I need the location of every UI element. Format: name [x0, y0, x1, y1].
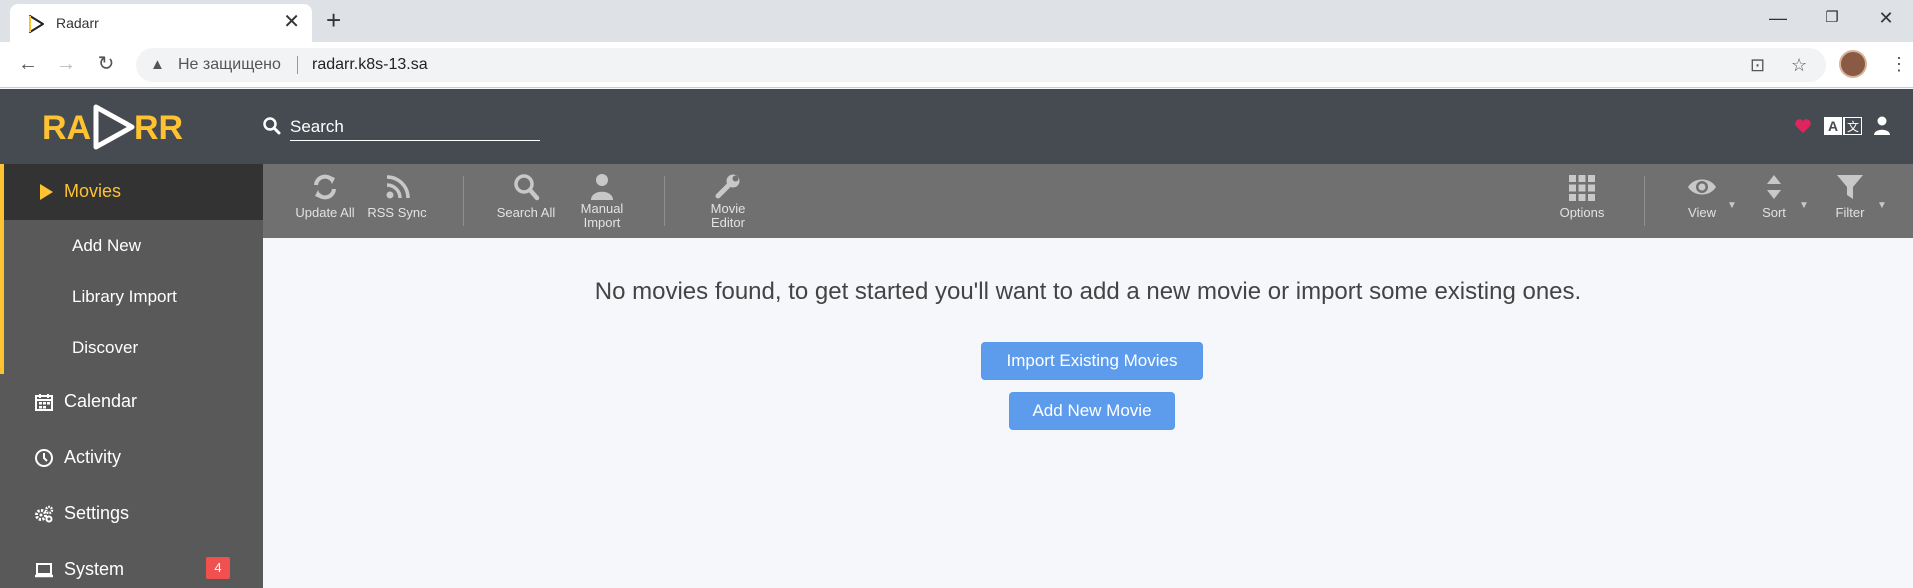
- sidebar-item-label: System: [64, 559, 125, 579]
- user-icon[interactable]: [1873, 116, 1891, 136]
- toolbar-separator: [1644, 176, 1645, 226]
- grid-icon: [1569, 175, 1595, 201]
- manual-import-line2: Import: [583, 215, 621, 230]
- svg-text:RR: RR: [134, 109, 183, 147]
- address-bar[interactable]: ▲ Не защищено radarr.k8s-13.sa ⊡ ☆: [136, 48, 1826, 82]
- rss-icon: [386, 175, 410, 199]
- sidebar-item-activity[interactable]: Activity: [0, 430, 263, 486]
- sidebar: Movies Add New Library Import Discover C…: [0, 164, 263, 588]
- import-existing-movies-button[interactable]: Import Existing Movies: [981, 342, 1203, 380]
- refresh-icon: [314, 174, 336, 200]
- movie-editor-line1: Movie: [710, 201, 746, 216]
- search-all-button[interactable]: Search All: [489, 164, 563, 238]
- tab-close-icon[interactable]: ✕: [283, 12, 300, 32]
- movie-search-input[interactable]: [290, 113, 540, 141]
- manual-import-line1: Manual: [580, 201, 624, 216]
- radarr-favicon-icon: [29, 15, 44, 33]
- reload-icon[interactable]: ↻: [92, 51, 120, 77]
- page-toolbar: Update All RSS Sync Search All Manual Imp…: [263, 164, 1913, 238]
- browser-tab[interactable]: Radarr ✕: [10, 4, 312, 42]
- movies-content: No movies found, to get started you'll w…: [263, 238, 1913, 588]
- update-all-button[interactable]: Update All: [291, 164, 359, 238]
- radarr-logo[interactable]: RA RR: [40, 99, 196, 155]
- sidebar-item-label: Settings: [64, 503, 130, 523]
- sidebar-item-label: Calendar: [64, 391, 138, 411]
- filter-icon: [1837, 175, 1863, 199]
- sidebar-item-calendar[interactable]: Calendar: [0, 374, 263, 430]
- sort-icon: [1767, 175, 1781, 199]
- translate-icon[interactable]: ⊡: [1750, 55, 1765, 76]
- profile-avatar[interactable]: [1839, 50, 1867, 78]
- svg-text:文: 文: [1847, 119, 1859, 134]
- minimize-icon[interactable]: —: [1758, 6, 1798, 30]
- clock-icon: [35, 449, 53, 467]
- caret-down-icon: ▼: [1799, 200, 1809, 211]
- sort-menu-button[interactable]: Sort ▼: [1739, 164, 1809, 238]
- sidebar-item-label: Activity: [64, 447, 122, 467]
- app-header: RA RR A 文: [0, 89, 1913, 164]
- user-icon: [591, 174, 613, 200]
- window-close-icon[interactable]: ✕: [1866, 6, 1906, 30]
- toolbar-separator: [463, 176, 464, 226]
- security-label[interactable]: Не защищено: [178, 56, 281, 74]
- manual-import-label: Manual Import: [565, 202, 639, 230]
- restore-icon[interactable]: ❐: [1812, 6, 1852, 30]
- browser-menu-icon[interactable]: ⋮: [1890, 52, 1908, 76]
- tab-title: Radarr: [56, 15, 99, 31]
- omnibox-divider: [297, 56, 298, 74]
- add-new-movie-button[interactable]: Add New Movie: [1009, 392, 1175, 430]
- sidebar-item-settings[interactable]: Settings: [0, 486, 263, 542]
- back-icon[interactable]: ←: [14, 51, 42, 77]
- filter-label: Filter: [1835, 205, 1865, 220]
- wrench-icon: [715, 174, 740, 199]
- heart-icon[interactable]: [1794, 118, 1812, 134]
- eye-icon: [1688, 179, 1716, 195]
- search-all-label: Search All: [496, 205, 556, 220]
- manual-import-button[interactable]: Manual Import: [565, 164, 639, 238]
- search-icon: [263, 117, 281, 135]
- view-menu-button[interactable]: View ▼: [1667, 164, 1737, 238]
- new-tab-icon[interactable]: +: [326, 6, 341, 34]
- movie-editor-button[interactable]: Movie Editor: [691, 164, 765, 238]
- sidebar-item-movies[interactable]: Movies: [0, 164, 263, 220]
- movie-editor-label: Movie Editor: [691, 202, 765, 230]
- movie-editor-line2: Editor: [711, 215, 745, 230]
- svg-text:RA: RA: [42, 109, 91, 147]
- sidebar-item-library-import[interactable]: Library Import: [72, 287, 177, 307]
- rss-sync-button[interactable]: RSS Sync: [363, 164, 431, 238]
- options-label: Options: [1559, 205, 1605, 220]
- url-text[interactable]: radarr.k8s-13.sa: [312, 56, 428, 74]
- status-badge: 4: [206, 557, 230, 579]
- play-icon: [40, 184, 53, 200]
- browser-toolbar: ← → ↻ ▲ Не защищено radarr.k8s-13.sa ⊡ ☆…: [0, 42, 1913, 88]
- options-button[interactable]: Options: [1545, 164, 1619, 238]
- rss-sync-label: RSS Sync: [367, 205, 427, 220]
- caret-down-icon: ▼: [1877, 200, 1887, 211]
- browser-tabstrip: Radarr ✕ + — ❐ ✕: [0, 0, 1913, 42]
- sidebar-item-discover[interactable]: Discover: [72, 338, 138, 358]
- gears-icon: [35, 505, 54, 523]
- sidebar-item-system[interactable]: System 4: [0, 542, 263, 588]
- search-icon: [514, 174, 540, 201]
- bookmark-star-icon[interactable]: ☆: [1791, 55, 1807, 76]
- sidebar-item-label: Movies: [64, 181, 122, 201]
- translate-icon[interactable]: A 文: [1824, 117, 1862, 135]
- sidebar-item-add-new[interactable]: Add New: [72, 236, 141, 256]
- laptop-icon: [35, 563, 53, 578]
- toolbar-separator: [664, 176, 665, 226]
- movies-submenu: Add New Library Import Discover: [0, 220, 263, 374]
- filter-menu-button[interactable]: Filter ▼: [1813, 164, 1887, 238]
- svg-text:A: A: [1828, 118, 1838, 134]
- caret-down-icon: ▼: [1727, 200, 1737, 211]
- warning-icon[interactable]: ▲: [150, 56, 165, 73]
- forward-icon[interactable]: →: [52, 51, 80, 77]
- empty-state-message: No movies found, to get started you'll w…: [594, 278, 1582, 305]
- calendar-icon: [35, 394, 53, 411]
- update-all-label: Update All: [295, 205, 355, 220]
